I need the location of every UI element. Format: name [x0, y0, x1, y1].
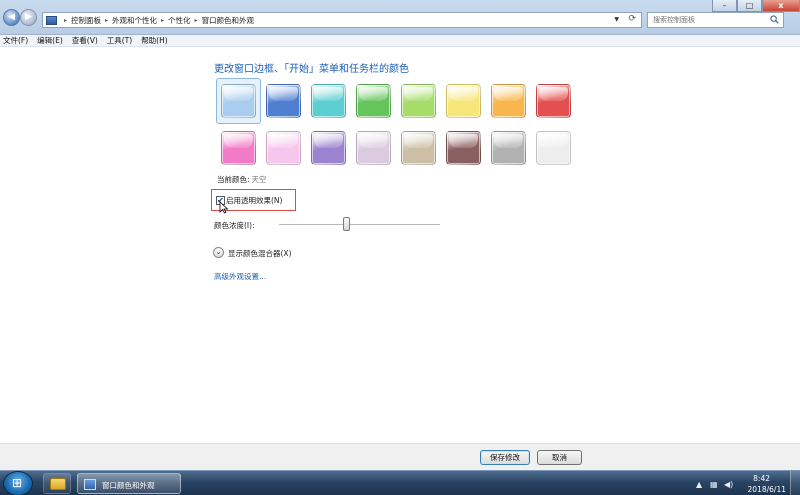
window-controls: – □ x	[712, 0, 800, 12]
menu-tools[interactable]: 工具(T)	[107, 35, 132, 46]
color-swatch[interactable]	[446, 131, 481, 165]
color-intensity-label: 颜色浓度(I):	[214, 221, 255, 230]
breadcrumb-control-panel[interactable]: 控制面板	[71, 15, 101, 26]
address-bar[interactable]: ▸ 控制面板 ▸ 外观和个性化 ▸ 个性化 ▸ 窗口颜色和外观 ▼ ⟳	[42, 12, 642, 28]
chevron-right-icon: ▸	[105, 16, 109, 24]
color-intensity-slider-thumb[interactable]	[343, 217, 351, 231]
title-bar: ◀ ▶ ▸ 控制面板 ▸ 外观和个性化 ▸ 个性化 ▸ 窗口颜色和外观 ▼ ⟳ …	[0, 0, 800, 35]
color-swatch[interactable]	[536, 131, 571, 165]
maximize-button[interactable]: □	[737, 0, 762, 12]
menu-help[interactable]: 帮助(H)	[141, 35, 168, 46]
page-title: 更改窗口边框、「开始」菜单和任务栏的颜色	[214, 64, 409, 75]
color-swatch[interactable]	[311, 131, 346, 165]
breadcrumb-personalization[interactable]: 个性化	[168, 15, 191, 26]
chevron-down-icon[interactable]: ⌄	[213, 247, 224, 258]
clock-time[interactable]: 8:42	[753, 474, 770, 483]
search-icon[interactable]	[770, 15, 779, 24]
volume-icon[interactable]: ◀)	[724, 480, 733, 489]
breadcrumb-window-color[interactable]: 窗口颜色和外观	[202, 15, 255, 26]
back-button[interactable]: ◀	[3, 9, 20, 26]
chevron-right-icon: ▸	[161, 16, 165, 24]
tray-expand-icon[interactable]: ▲	[696, 480, 702, 489]
current-color-value: 天空	[251, 175, 267, 184]
cancel-button[interactable]: 取消	[537, 450, 582, 465]
color-swatch[interactable]	[446, 84, 481, 118]
refresh-icon[interactable]: ⟳	[628, 14, 636, 24]
window-color-icon	[84, 479, 96, 490]
color-swatch[interactable]	[221, 84, 256, 118]
chevron-right-icon: ▸	[194, 16, 198, 24]
color-swatch[interactable]	[401, 84, 436, 118]
folder-icon	[50, 478, 66, 490]
show-desktop-button[interactable]	[790, 471, 800, 495]
breadcrumb-appearance[interactable]: 外观和个性化	[112, 15, 157, 26]
taskbar: 窗口颜色和外观 ▲ ▦ ◀) 8:42 2018/6/11	[0, 470, 800, 495]
network-icon[interactable]: ▦	[710, 480, 718, 489]
color-swatch[interactable]	[356, 131, 391, 165]
mouse-cursor-icon	[219, 201, 229, 214]
taskbar-explorer[interactable]	[43, 473, 71, 494]
dropdown-arrow-icon[interactable]: ▼	[614, 16, 619, 23]
taskbar-window-label: 窗口颜色和外观	[102, 481, 155, 490]
button-bar: 保存修改 取消	[0, 443, 800, 470]
transparency-label[interactable]: 启用透明效果(N)	[226, 195, 282, 206]
close-button[interactable]: x	[762, 0, 800, 12]
forward-button[interactable]: ▶	[20, 9, 37, 26]
save-changes-button[interactable]: 保存修改	[480, 450, 530, 465]
clock-date[interactable]: 2018/6/11	[748, 485, 786, 494]
color-swatch[interactable]	[491, 131, 526, 165]
menu-edit[interactable]: 编辑(E)	[37, 35, 63, 46]
color-swatch[interactable]	[356, 84, 391, 118]
search-input[interactable]	[648, 13, 766, 27]
color-swatch[interactable]	[536, 84, 571, 118]
menu-bar: 文件(F) 编辑(E) 查看(V) 工具(T) 帮助(H)	[0, 35, 800, 47]
color-intensity-slider[interactable]	[279, 224, 440, 226]
color-swatch[interactable]	[491, 84, 526, 118]
content-area: 更改窗口边框、「开始」菜单和任务栏的颜色 当前颜色: 天空 ✔ 启用透明效果(N)…	[0, 48, 800, 443]
show-color-mixer-label[interactable]: 显示颜色混合器(X)	[228, 248, 292, 259]
minimize-button[interactable]: –	[712, 0, 737, 12]
menu-view[interactable]: 查看(V)	[72, 35, 98, 46]
color-swatch[interactable]	[266, 84, 301, 118]
search-box[interactable]	[647, 12, 784, 28]
start-button[interactable]	[3, 471, 33, 495]
color-swatch[interactable]	[401, 131, 436, 165]
chevron-right-icon: ▸	[64, 16, 68, 24]
taskbar-active-window[interactable]: 窗口颜色和外观	[77, 473, 181, 494]
color-swatch[interactable]	[221, 131, 256, 165]
color-swatch[interactable]	[266, 131, 301, 165]
current-color: 当前颜色: 天空	[217, 174, 267, 185]
current-color-label: 当前颜色:	[217, 175, 250, 184]
system-tray: ▲ ▦ ◀) 8:42 2018/6/11	[690, 471, 800, 495]
control-panel-icon	[46, 15, 57, 25]
color-swatch[interactable]	[311, 84, 346, 118]
menu-file[interactable]: 文件(F)	[3, 35, 28, 46]
advanced-appearance-link[interactable]: 高级外观设置...	[214, 271, 266, 282]
